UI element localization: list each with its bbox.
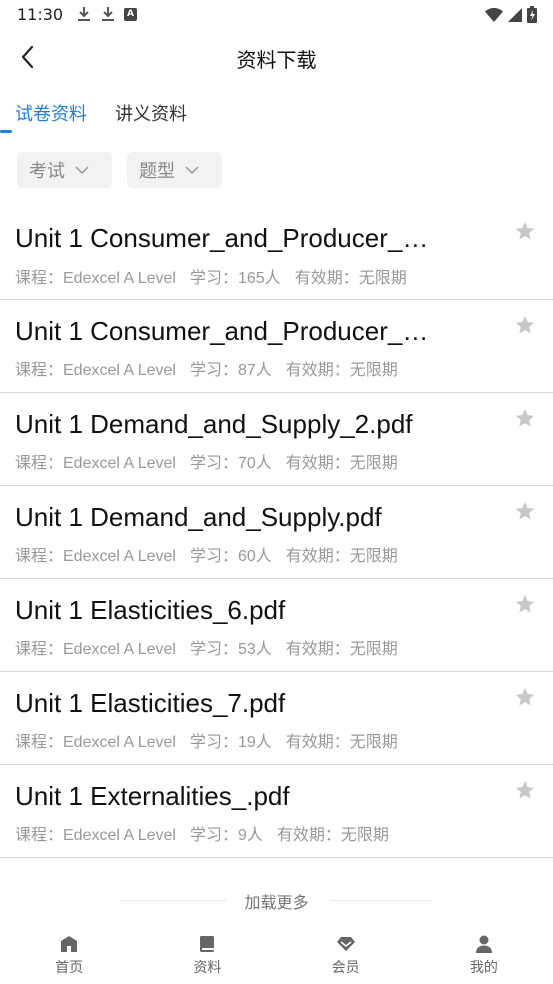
page-title: 资料下载: [236, 48, 317, 72]
nav-mine-label: 我的: [469, 960, 498, 976]
star-icon[interactable]: [514, 407, 536, 429]
divider-line: [330, 900, 432, 901]
tab-lecture-materials[interactable]: 讲义资料: [115, 100, 187, 126]
nav-materials[interactable]: 资料: [138, 926, 276, 984]
item-validity: 有效期：无限期: [294, 270, 407, 287]
exam-filter-label: 考试: [29, 161, 65, 182]
item-validity: 有效期：无限期: [285, 734, 398, 751]
item-meta: 课程：Edexcel A Level 学习：9人 有效期：无限期: [15, 821, 389, 845]
list-item[interactable]: Unit 1 Elasticities_6.pdf 课程：Edexcel A L…: [0, 579, 553, 672]
item-course: 课程：Edexcel A Level: [15, 362, 176, 379]
star-icon[interactable]: [514, 314, 536, 336]
item-title: Unit 1 Elasticities_7.pdf: [15, 688, 286, 718]
list-item[interactable]: Unit 1 Consumer_and_Producer_… 课程：Edexce…: [0, 300, 553, 393]
item-validity: 有效期：无限期: [285, 455, 398, 472]
item-validity: 有效期：无限期: [285, 641, 398, 658]
item-learners: 学习：19人: [189, 734, 272, 751]
item-meta: 课程：Edexcel A Level 学习：53人 有效期：无限期: [15, 635, 398, 659]
chevron-down-icon: [75, 166, 89, 175]
signal-icon: [508, 7, 522, 22]
item-validity: 有效期：无限期: [276, 827, 389, 844]
user-icon: [475, 935, 492, 953]
item-learners: 学习：70人: [189, 455, 272, 472]
load-more-row: 加载更多: [0, 886, 553, 914]
chevron-down-icon: [185, 166, 199, 175]
nav-membership-label: 会员: [331, 960, 360, 976]
item-course: 课程：Edexcel A Level: [15, 734, 176, 751]
material-list: Unit 1 Consumer_and_Producer_… 课程：Edexce…: [0, 200, 553, 858]
app-notification-icon: A: [124, 7, 137, 21]
star-icon[interactable]: [514, 686, 536, 708]
tab-bar: 试卷资料 讲义资料: [0, 94, 553, 134]
list-item[interactable]: Unit 1 Demand_and_Supply_2.pdf 课程：Edexce…: [0, 393, 553, 486]
list-item[interactable]: Unit 1 Consumer_and_Producer_… 课程：Edexce…: [0, 200, 553, 300]
item-meta: 课程：Edexcel A Level 学习：87人 有效期：无限期: [15, 356, 398, 380]
item-learners: 学习：53人: [189, 641, 272, 658]
app-header: 资料下载: [0, 30, 553, 84]
download-icon: [100, 6, 116, 22]
item-course: 课程：Edexcel A Level: [15, 641, 176, 658]
item-title: Unit 1 Demand_and_Supply_2.pdf: [15, 409, 413, 439]
item-learners: 学习：87人: [189, 362, 272, 379]
diamond-icon: [336, 937, 355, 951]
question-type-filter-label: 题型: [139, 161, 175, 182]
star-icon[interactable]: [514, 220, 536, 242]
filter-bar: 考试 题型: [0, 152, 553, 188]
status-bar: 11:30 A: [0, 0, 553, 30]
download-icon: [76, 6, 92, 22]
load-more-button[interactable]: 加载更多: [0, 889, 553, 913]
list-item[interactable]: Unit 1 Elasticities_7.pdf 课程：Edexcel A L…: [0, 672, 553, 765]
item-course: 课程：Edexcel A Level: [15, 455, 176, 472]
list-item[interactable]: Unit 1 Demand_and_Supply.pdf 课程：Edexcel …: [0, 486, 553, 579]
star-icon[interactable]: [514, 500, 536, 522]
wifi-icon: [485, 7, 503, 22]
item-course: 课程：Edexcel A Level: [15, 270, 176, 287]
item-course: 课程：Edexcel A Level: [15, 827, 176, 844]
nav-home[interactable]: 首页: [0, 926, 138, 984]
item-title: Unit 1 Consumer_and_Producer_…: [15, 223, 429, 253]
item-meta: 课程：Edexcel A Level 学习：60人 有效期：无限期: [15, 542, 398, 566]
nav-materials-label: 资料: [193, 960, 222, 976]
item-learners: 学习：60人: [189, 548, 272, 565]
status-time: 11:30: [17, 5, 64, 24]
active-tab-indicator: [0, 130, 12, 133]
nav-home-label: 首页: [55, 960, 84, 976]
tab-exam-materials[interactable]: 试卷资料: [15, 100, 87, 126]
item-validity: 有效期：无限期: [285, 362, 398, 379]
item-course: 课程：Edexcel A Level: [15, 548, 176, 565]
item-title: Unit 1 Consumer_and_Producer_…: [15, 316, 429, 346]
nav-mine[interactable]: 我的: [415, 926, 553, 984]
item-meta: 课程：Edexcel A Level 学习：70人 有效期：无限期: [15, 449, 398, 473]
item-meta: 课程：Edexcel A Level 学习：165人 有效期：无限期: [15, 264, 407, 288]
item-learners: 学习：9人: [189, 827, 263, 844]
item-title: Unit 1 Demand_and_Supply.pdf: [15, 502, 382, 532]
book-icon: [200, 936, 215, 952]
status-notifications: A: [76, 6, 137, 22]
item-meta: 课程：Edexcel A Level 学习：19人 有效期：无限期: [15, 728, 398, 752]
home-icon: [61, 936, 78, 952]
battery-icon: [527, 6, 537, 23]
item-title: Unit 1 Elasticities_6.pdf: [15, 595, 286, 625]
item-validity: 有效期：无限期: [285, 548, 398, 565]
item-learners: 学习：165人: [189, 270, 281, 287]
star-icon[interactable]: [514, 593, 536, 615]
exam-filter-dropdown[interactable]: 考试: [17, 152, 112, 188]
status-system-icons: [485, 6, 537, 23]
list-item[interactable]: Unit 1 Externalities_.pdf 课程：Edexcel A L…: [0, 765, 553, 858]
bottom-nav: 首页 资料 会员 我的: [0, 926, 553, 984]
nav-membership[interactable]: 会员: [277, 926, 415, 984]
question-type-filter-dropdown[interactable]: 题型: [127, 152, 222, 188]
star-icon[interactable]: [514, 779, 536, 801]
item-title: Unit 1 Externalities_.pdf: [15, 781, 290, 811]
